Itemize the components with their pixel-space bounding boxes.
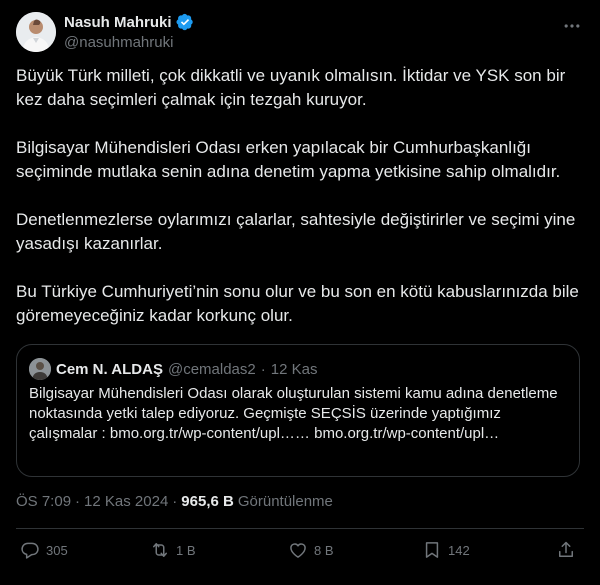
bookmark-count: 142 xyxy=(448,542,470,558)
quoted-author-name: Cem N. ALDAŞ xyxy=(56,360,163,378)
quoted-date: 12 Kas xyxy=(270,360,318,378)
author-handle[interactable]: @nasuhmahruki xyxy=(64,34,173,51)
tweet: Nasuh Mahruki @nasuhmahruki Büyük Türk m… xyxy=(0,0,600,585)
author-display-name[interactable]: Nasuh Mahruki xyxy=(64,14,172,31)
quoted-tweet-text: Bilgisayar Mühendisleri Odası olarak olu… xyxy=(29,385,558,442)
quoted-tweet[interactable]: Cem N. ALDAŞ @cemaldas2 · 12 Kas Bilgisa… xyxy=(16,344,580,477)
tweet-text: Büyük Türk milleti, çok dikkatli ve uyan… xyxy=(16,64,584,328)
tweet-paragraph: Büyük Türk milleti, çok dikkatli ve uyan… xyxy=(16,66,566,109)
avatar-image xyxy=(16,12,56,52)
action-bar: 305 1 B 8 B 142 xyxy=(16,540,584,566)
meta-separator: · xyxy=(172,493,178,510)
views-label: Görüntülenme xyxy=(237,493,333,510)
repost-count: 1 B xyxy=(176,542,196,558)
tweet-meta: ÖS 7:09 · 12 Kas 2024 · 965,6 B Görüntül… xyxy=(16,493,333,510)
reply-count: 305 xyxy=(46,542,68,558)
meta-separator: · xyxy=(75,493,81,510)
reply-icon xyxy=(21,542,39,559)
bookmark-button[interactable]: 142 xyxy=(422,540,470,560)
like-count: 8 B xyxy=(314,542,334,558)
repost-icon xyxy=(153,543,167,557)
quoted-author-avatar xyxy=(29,358,51,380)
quoted-tweet-header: Cem N. ALDAŞ @cemaldas2 · 12 Kas xyxy=(29,358,317,380)
tweet-time[interactable]: ÖS 7:09 xyxy=(16,493,71,510)
author-name-row: Nasuh Mahruki xyxy=(64,13,194,31)
bookmark-icon xyxy=(425,542,439,558)
reply-button[interactable]: 305 xyxy=(20,540,68,560)
share-button[interactable] xyxy=(556,540,576,560)
like-button[interactable]: 8 B xyxy=(288,540,334,560)
quoted-separator: · xyxy=(260,360,266,378)
verified-badge-icon[interactable] xyxy=(176,13,194,31)
tweet-date[interactable]: 12 Kas 2024 xyxy=(84,493,168,510)
more-icon[interactable] xyxy=(562,16,582,36)
share-icon xyxy=(559,541,573,557)
heart-icon xyxy=(290,543,306,558)
views-count: 965,6 B xyxy=(181,493,234,510)
tweet-paragraph: Denetlenmezlerse oylarımızı çalarlar, sa… xyxy=(16,210,576,253)
divider xyxy=(16,528,584,529)
tweet-paragraph: Bu Türkiye Cumhuriyeti’nin sonu olur ve … xyxy=(16,282,579,325)
author-avatar[interactable] xyxy=(16,12,56,52)
repost-button[interactable]: 1 B xyxy=(150,540,196,560)
quoted-author-handle: @cemaldas2 xyxy=(167,360,256,378)
tweet-paragraph: Bilgisayar Mühendisleri Odası erken yapı… xyxy=(16,138,561,181)
